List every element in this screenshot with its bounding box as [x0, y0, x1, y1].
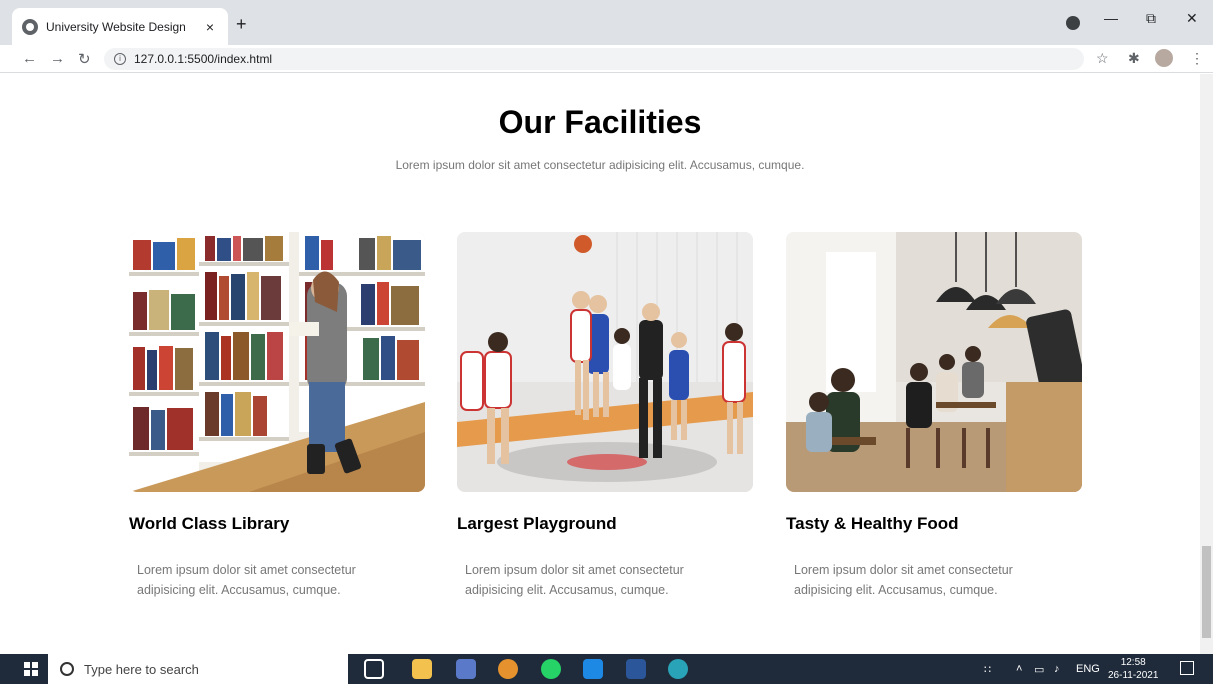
- card-description: Lorem ipsum dolor sit amet consectetur a…: [465, 563, 684, 597]
- restore-button[interactable]: ⧉: [1146, 10, 1156, 27]
- page-title: Our Facilities: [498, 104, 702, 140]
- facility-card-playground: Largest Playground Lorem ipsum dolor sit…: [457, 232, 753, 597]
- vscode-icon[interactable]: [583, 659, 603, 679]
- people-icon[interactable]: ∷: [984, 663, 991, 676]
- forward-button[interactable]: →: [50, 50, 65, 67]
- url-text: 127.0.0.1:5500/index.html: [134, 52, 273, 66]
- card-description: Lorem ipsum dolor sit amet consectetur a…: [794, 563, 1013, 597]
- new-tab-button[interactable]: +: [236, 14, 247, 35]
- close-window-button[interactable]: ✕: [1186, 10, 1198, 27]
- extensions-icon[interactable]: ✱: [1128, 50, 1140, 67]
- basketball-photo: [457, 232, 753, 492]
- star-icon[interactable]: ☆: [1096, 50, 1109, 67]
- tab-title: University Website Design: [46, 19, 186, 34]
- page-subtitle: Lorem ipsum dolor sit amet consectetur a…: [395, 158, 805, 172]
- profile-avatar[interactable]: [1155, 49, 1173, 67]
- tab-close-button[interactable]: ×: [202, 19, 218, 35]
- library-photo: [129, 232, 425, 492]
- word-icon[interactable]: [626, 659, 646, 679]
- task-view-icon[interactable]: [364, 659, 384, 679]
- minimize-button[interactable]: —: [1104, 10, 1118, 26]
- whatsapp-icon[interactable]: [541, 659, 561, 679]
- facility-card-library: World Class Library Lorem ipsum dolor si…: [129, 232, 425, 597]
- globe-icon: [22, 18, 38, 35]
- card-title: World Class Library: [129, 514, 290, 533]
- incognito-icon[interactable]: [1066, 16, 1080, 30]
- windows-start-icon[interactable]: [24, 662, 38, 676]
- chevron-up-icon[interactable]: ˄: [1016, 663, 1022, 675]
- cafeteria-photo: [786, 232, 1082, 492]
- scrollbar-thumb[interactable]: [1202, 546, 1211, 638]
- reload-button[interactable]: ↻: [78, 50, 91, 68]
- clock-time: 12:58: [1120, 657, 1146, 668]
- menu-icon[interactable]: ⋮: [1190, 50, 1204, 67]
- page-content: Our Facilities Lorem ipsum dolor sit ame…: [0, 74, 1200, 654]
- card-description: Lorem ipsum dolor sit amet consectetur a…: [137, 563, 356, 597]
- clock-date: 26-11-2021: [1108, 670, 1159, 681]
- search-icon: [60, 662, 74, 676]
- file-explorer-icon[interactable]: [412, 659, 432, 679]
- volume-icon[interactable]: ♪: [1054, 663, 1060, 675]
- chrome-icon[interactable]: [498, 659, 518, 679]
- browser-tab-bar: University Website Design × + — ⧉ ✕: [0, 0, 1213, 45]
- address-bar[interactable]: i 127.0.0.1:5500/index.html: [104, 48, 1084, 70]
- notification-icon[interactable]: [1180, 661, 1194, 675]
- taskbar-search-input[interactable]: Type here to search: [48, 654, 348, 684]
- edge-icon[interactable]: [668, 659, 688, 679]
- back-button[interactable]: ←: [22, 50, 37, 67]
- search-placeholder: Type here to search: [84, 661, 199, 677]
- card-title: Largest Playground: [457, 514, 617, 533]
- language-indicator[interactable]: ENG: [1076, 663, 1100, 675]
- windows-taskbar: Type here to search ∷ ˄ ▭ ♪ ENG 12:58 26…: [0, 654, 1213, 684]
- browser-tab[interactable]: University Website Design ×: [12, 8, 228, 45]
- taskbar-clock[interactable]: 12:58 26-11-2021: [1108, 656, 1158, 682]
- browser-toolbar: ← → ↻ i 127.0.0.1:5500/index.html ☆ ✱ ⋮: [0, 45, 1213, 73]
- teams-icon[interactable]: [456, 659, 476, 679]
- facility-card-food: Tasty & Healthy Food Lorem ipsum dolor s…: [786, 232, 1082, 597]
- vertical-scrollbar[interactable]: [1200, 74, 1213, 654]
- network-icon[interactable]: ▭: [1034, 663, 1044, 676]
- microphone-icon[interactable]: [330, 661, 338, 675]
- card-title: Tasty & Healthy Food: [786, 514, 959, 533]
- info-icon[interactable]: i: [114, 53, 126, 65]
